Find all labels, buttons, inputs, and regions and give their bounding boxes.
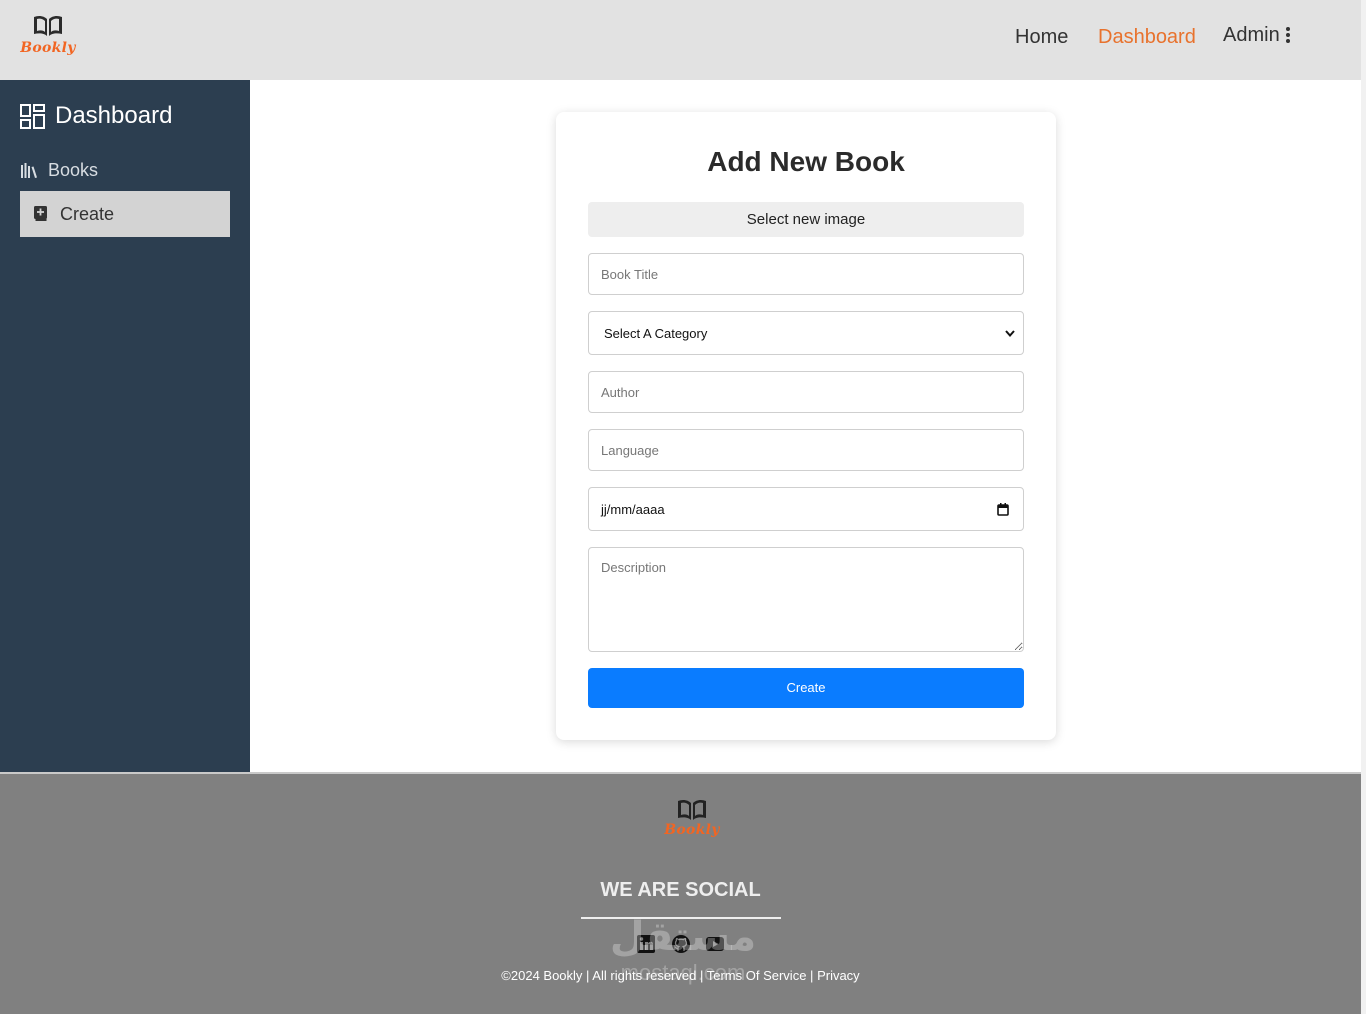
calendar-icon[interactable] <box>997 502 1009 516</box>
footer-logo-text: Bookly <box>664 822 720 838</box>
date-input-value: jj/mm/aaaa <box>601 501 665 517</box>
nav-admin-menu[interactable]: Admin <box>1223 24 1290 47</box>
language-input[interactable] <box>588 429 1024 471</box>
add-book-icon <box>34 206 47 221</box>
github-icon[interactable] <box>671 934 691 959</box>
youtube-icon[interactable] <box>705 934 725 959</box>
author-input[interactable] <box>588 371 1024 413</box>
create-button[interactable]: Create <box>588 668 1024 708</box>
linkedin-icon[interactable] <box>636 934 656 959</box>
privacy-link[interactable]: Privacy <box>817 968 860 983</box>
brand-logo-text: Bookly <box>20 40 76 56</box>
open-book-icon <box>34 15 62 37</box>
nav-dashboard[interactable]: Dashboard <box>1098 26 1196 49</box>
sidebar-item-label: Create <box>60 204 115 224</box>
books-icon <box>21 163 37 178</box>
dashboard-grid-icon <box>20 104 45 129</box>
nav-admin-label: Admin <box>1223 24 1280 46</box>
kebab-menu-icon <box>1285 27 1290 43</box>
footer-separator: | <box>810 968 814 983</box>
social-divider <box>581 917 781 919</box>
nav-home[interactable]: Home <box>1015 26 1068 49</box>
publish-date-input[interactable]: jj/mm/aaaa <box>588 487 1024 531</box>
add-book-card: Add New Book Select new image Select A C… <box>556 112 1056 740</box>
category-select[interactable]: Select A Category <box>588 311 1024 355</box>
footer: Bookly WE ARE SOCIAL ©2024 Bookly | All … <box>0 772 1361 1014</box>
sidebar: Dashboard Books Create <box>0 80 250 772</box>
social-heading: WE ARE SOCIAL <box>600 879 761 901</box>
book-title-input[interactable] <box>588 253 1024 295</box>
sidebar-title-label: Dashboard <box>55 102 173 129</box>
description-textarea[interactable] <box>588 547 1024 652</box>
page-scrollbar[interactable] <box>1361 0 1366 1014</box>
footer-logo[interactable]: Bookly <box>663 798 721 838</box>
terms-link[interactable]: Terms Of Service <box>707 968 807 983</box>
copyright-text: ©2024 Bookly | All rights reserved | <box>501 968 704 983</box>
sidebar-item-create[interactable]: Create <box>20 191 230 237</box>
sidebar-item-label: Books <box>48 160 99 180</box>
category-select-value: Select A Category <box>604 325 708 341</box>
form-title: Add New Book <box>707 146 905 177</box>
select-image-button[interactable]: Select new image <box>588 202 1024 237</box>
top-navbar: Bookly Home Dashboard Admin <box>0 0 1361 80</box>
copyright-line: ©2024 Bookly | All rights reserved | Ter… <box>0 968 1361 983</box>
chevron-down-icon <box>1005 329 1015 337</box>
open-book-icon <box>678 799 706 820</box>
brand-logo[interactable]: Bookly <box>20 14 76 66</box>
